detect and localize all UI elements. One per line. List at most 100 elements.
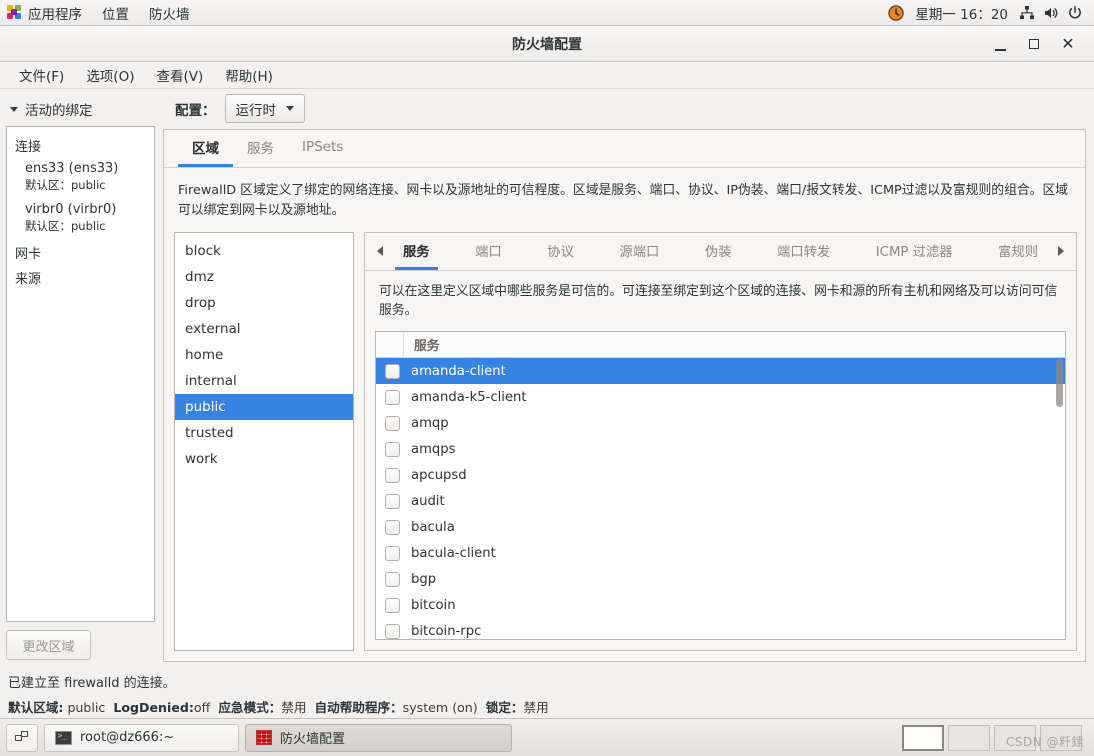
table-row[interactable]: apcupsd — [376, 462, 1065, 488]
window-title: 防火墙配置 — [512, 36, 582, 53]
change-zone-button[interactable]: 更改区域 — [6, 630, 91, 660]
power-icon[interactable] — [1064, 2, 1086, 24]
service-checkbox[interactable] — [385, 467, 400, 483]
chevron-right-icon — [1058, 246, 1064, 257]
zone-detail-panel: 服务 端口 协议 源端口 伪装 端口转发 ICMP 过滤器 富规则 可以在这里定… — [364, 231, 1077, 651]
service-checkbox[interactable] — [385, 389, 400, 405]
subtab-rich-rules[interactable]: 富规则 — [990, 233, 1046, 270]
workspace-4[interactable] — [1040, 724, 1082, 751]
bindings-group-interfaces[interactable]: 网卡 — [7, 241, 154, 266]
zone-item-internal[interactable]: internal — [175, 368, 353, 394]
connection-zone-virbr0: 默认区：public — [25, 219, 106, 233]
maximize-button[interactable] — [1024, 34, 1044, 54]
taskbar: root@dz666:~ 防火墙配置 CSDN @粁鎍 — [0, 718, 1094, 756]
scrollbar-thumb[interactable] — [1056, 359, 1063, 408]
subtab-icmp-filter[interactable]: ICMP 过滤器 — [868, 233, 961, 270]
taskbar-window-terminal[interactable]: root@dz666:~ — [44, 723, 239, 752]
subtab-ports[interactable]: 端口 — [467, 233, 510, 270]
zone-list[interactable]: block dmz drop external home internal pu… — [174, 231, 354, 651]
table-row[interactable]: bgp — [376, 566, 1065, 592]
subtab-port-forwarding[interactable]: 端口转发 — [769, 233, 838, 270]
service-table[interactable]: 服务 amanda-client amanda-k5-client amqp a… — [375, 331, 1066, 640]
zone-item-home[interactable]: home — [175, 342, 353, 368]
top-panel-places-menu[interactable]: 位置 — [92, 0, 139, 26]
table-row[interactable]: amqp — [376, 410, 1065, 436]
taskbar-window-firewall[interactable]: 防火墙配置 — [245, 723, 512, 752]
menu-file[interactable]: 文件(F) — [8, 62, 75, 88]
service-checkbox[interactable] — [385, 493, 400, 509]
table-row[interactable]: bitcoin — [376, 592, 1065, 618]
taskbar-window-terminal-label: root@dz666:~ — [80, 730, 175, 745]
service-name: apcupsd — [411, 467, 467, 483]
zone-item-external[interactable]: external — [175, 316, 353, 342]
table-row[interactable]: audit — [376, 488, 1065, 514]
service-checkbox[interactable] — [385, 363, 400, 379]
service-checkbox[interactable] — [385, 571, 400, 587]
bindings-group-sources[interactable]: 来源 — [7, 266, 154, 291]
statusbar: 已建立至 firewalld 的连接。 默认区域: public LogDeni… — [0, 666, 1094, 718]
chevron-left-icon — [377, 246, 383, 257]
subtab-masquerading[interactable]: 伪装 — [697, 233, 740, 270]
zone-item-block[interactable]: block — [175, 238, 353, 264]
window-titlebar: 防火墙配置 ✕ — [0, 26, 1094, 62]
clock-applet-icon[interactable] — [885, 2, 907, 24]
connection-item-ens33[interactable]: ens33 (ens33) — [7, 159, 154, 177]
menu-help[interactable]: 帮助(H) — [214, 62, 284, 88]
subtab-source-ports[interactable]: 源端口 — [611, 233, 667, 270]
table-row[interactable]: bacula — [376, 514, 1065, 540]
service-name: bacula — [411, 519, 455, 535]
service-checkbox[interactable] — [385, 623, 400, 639]
workspace-2[interactable] — [948, 724, 990, 751]
tab-ipsets[interactable]: IPSets — [288, 130, 357, 167]
top-panel-applications-menu[interactable]: 应用程序 — [0, 0, 92, 26]
subtab-services[interactable]: 服务 — [395, 233, 438, 271]
zone-item-drop[interactable]: drop — [175, 290, 353, 316]
menu-view[interactable]: 查看(V) — [145, 62, 214, 88]
zone-subtabbar: 服务 端口 协议 源端口 伪装 端口转发 ICMP 过滤器 富规则 — [365, 233, 1076, 271]
table-row[interactable]: bitcoin-rpc — [376, 618, 1065, 639]
zone-item-public[interactable]: public — [175, 393, 353, 420]
service-checkbox[interactable] — [385, 441, 400, 457]
active-bindings-header[interactable]: 活动的绑定 — [6, 95, 155, 126]
show-desktop-button[interactable] — [6, 723, 38, 752]
top-panel-firewall-menu[interactable]: 防火墙 — [139, 0, 200, 26]
panic-mode-value: 禁用 — [281, 700, 307, 715]
service-checkbox[interactable] — [385, 545, 400, 561]
workspace-switcher[interactable]: CSDN @粁鎍 — [902, 724, 1088, 751]
table-row[interactable]: amqps — [376, 436, 1065, 462]
workspace-1[interactable] — [902, 724, 944, 751]
network-icon[interactable] — [1016, 2, 1038, 24]
zone-item-trusted[interactable]: trusted — [175, 420, 353, 446]
zone-item-dmz[interactable]: dmz — [175, 264, 353, 290]
table-row[interactable]: bacula-client — [376, 540, 1065, 566]
subtab-scroll-right-button[interactable] — [1050, 233, 1072, 269]
bindings-group-connections: 连接 — [15, 140, 42, 155]
chevron-down-icon — [10, 106, 18, 112]
lockdown-label: 锁定： — [485, 700, 524, 715]
subtab-protocols[interactable]: 协议 — [539, 233, 582, 270]
subtab-scroll-left-button[interactable] — [369, 233, 391, 269]
minimize-button[interactable] — [990, 34, 1010, 54]
configuration-select[interactable]: 运行时 — [224, 94, 305, 123]
service-checkbox[interactable] — [385, 597, 400, 613]
bindings-list[interactable]: 连接 ens33 (ens33) 默认区：public virbr0 (virb… — [6, 126, 155, 622]
connection-item-virbr0[interactable]: virbr0 (virbr0) — [7, 200, 154, 218]
service-table-scrollbar[interactable] — [1056, 359, 1063, 636]
service-checkbox[interactable] — [385, 415, 400, 431]
tab-zones[interactable]: 区域 — [178, 130, 233, 167]
tab-services[interactable]: 服务 — [233, 130, 288, 167]
zone-item-work[interactable]: work — [175, 446, 353, 472]
service-checkbox[interactable] — [385, 519, 400, 535]
table-row[interactable]: amanda-k5-client — [376, 384, 1065, 410]
default-zone-value: public — [67, 700, 106, 715]
volume-icon[interactable] — [1040, 2, 1062, 24]
table-row[interactable]: amanda-client — [376, 358, 1065, 385]
desktop-screen: 应用程序 位置 防火墙 星期一 16：20 防火墙配置 ✕ 文件(F) 选项(O… — [0, 0, 1094, 756]
clock-text[interactable]: 星期一 16：20 — [909, 3, 1014, 23]
top-panel-menus: 应用程序 位置 防火墙 — [0, 0, 200, 26]
connection-status: 已建立至 firewalld 的连接。 — [8, 676, 176, 691]
close-button[interactable]: ✕ — [1058, 34, 1078, 54]
menu-options[interactable]: 选项(O) — [75, 62, 145, 88]
configuration-label: 配置： — [175, 102, 216, 119]
workspace-3[interactable] — [994, 724, 1036, 751]
